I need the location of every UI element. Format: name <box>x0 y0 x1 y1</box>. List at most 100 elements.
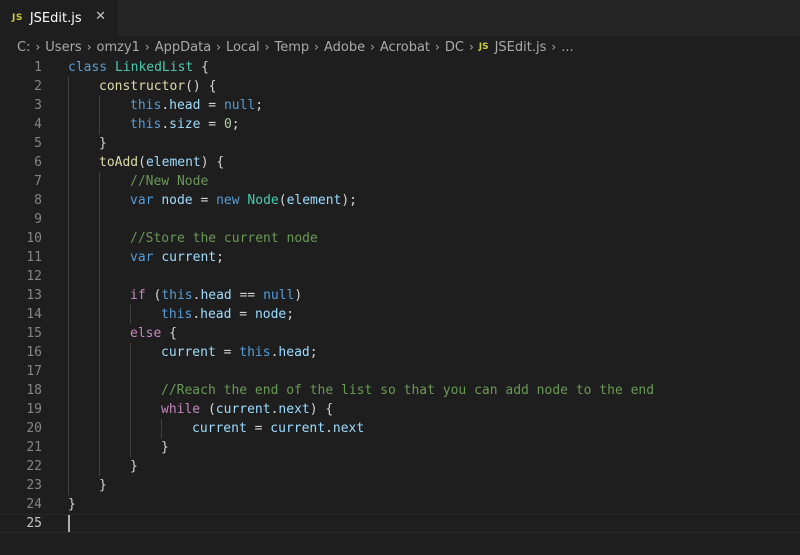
code-text: class LinkedList { <box>68 58 209 77</box>
code-text: else { <box>130 324 177 343</box>
code-token: ( <box>138 155 146 170</box>
indent-guide <box>99 267 100 286</box>
code-text: } <box>161 438 169 457</box>
chevron-right-icon: › <box>264 39 270 54</box>
breadcrumb-item[interactable]: DC <box>445 40 464 55</box>
code-line[interactable]: 4 this.size = 0; <box>0 115 800 134</box>
code-line[interactable]: 19 while (current.next) { <box>0 400 800 419</box>
code-line[interactable]: 10 //Store the current node <box>0 229 800 248</box>
tab-jsedit[interactable]: JS JSEdit.js ✕ <box>0 0 118 36</box>
code-text: this.head = node; <box>161 305 294 324</box>
code-line[interactable]: 22} <box>0 457 800 476</box>
code-line[interactable]: 13 if (this.head == null) <box>0 286 800 305</box>
code-token: current <box>192 421 247 436</box>
indent-guide <box>99 324 100 343</box>
code-token: head <box>278 345 310 360</box>
code-token: = <box>192 193 217 208</box>
indent-guide <box>99 438 100 457</box>
code-token: ; <box>309 345 318 360</box>
code-line[interactable]: 8 var node = new Node(element); <box>0 191 800 210</box>
line-number: 15 <box>26 326 42 341</box>
code-text: while (current.next) { <box>161 400 333 419</box>
indent-guide <box>99 248 100 267</box>
code-token: ( <box>145 288 162 303</box>
code-token: = <box>200 98 224 113</box>
chevron-right-icon: › <box>551 40 557 54</box>
close-icon[interactable]: ✕ <box>95 9 106 24</box>
code-line[interactable]: 9 <box>0 210 800 229</box>
indent-guide <box>68 115 69 134</box>
code-token: //Reach the end of the list so that you … <box>161 383 655 398</box>
breadcrumb-file[interactable]: JSEdit.js <box>495 40 547 55</box>
code-line[interactable]: 20 current = current.next <box>0 419 800 438</box>
code-token: var <box>130 250 154 265</box>
breadcrumb-item[interactable]: AppData <box>155 40 211 55</box>
line-number: 6 <box>34 155 42 170</box>
code-token: null <box>263 288 295 303</box>
code-line[interactable]: 21} <box>0 438 800 457</box>
breadcrumb-item[interactable]: Adobe <box>324 40 365 55</box>
indent-guide <box>68 362 69 381</box>
line-number: 25 <box>26 516 42 531</box>
code-text: current = current.next <box>192 419 364 438</box>
code-line[interactable]: 12 <box>0 267 800 286</box>
code-token: ; <box>286 307 295 322</box>
code-token: next <box>332 421 365 436</box>
line-number: 23 <box>26 478 42 493</box>
code-token: //New Node <box>130 174 209 189</box>
code-line[interactable]: 5} <box>0 134 800 153</box>
code-editor[interactable]: 1 class LinkedList {2 constructor() {3 this… <box>0 58 800 555</box>
code-token: ); <box>341 193 358 208</box>
code-line[interactable]: 7 //New Node <box>0 172 800 191</box>
line-number: 8 <box>34 193 42 208</box>
breadcrumb-item[interactable]: Local <box>226 40 260 55</box>
breadcrumb-item[interactable]: Temp <box>274 40 309 55</box>
code-line[interactable]: 23} <box>0 476 800 495</box>
chevron-right-icon: › <box>314 39 319 54</box>
code-token: constructor <box>99 79 186 94</box>
code-line[interactable]: 15 else { <box>0 324 800 343</box>
indent-guide <box>99 457 100 476</box>
code-line[interactable]: 6 toAdd(element) { <box>0 153 800 172</box>
code-token: this <box>161 307 193 322</box>
code-token: current <box>161 250 217 265</box>
indent-guide <box>99 381 100 400</box>
code-line[interactable]: 25 <box>0 514 800 533</box>
breadcrumb-item[interactable]: C: <box>17 40 30 55</box>
code-token: current <box>215 402 271 417</box>
indent-guide <box>99 115 100 134</box>
code-text: var node = new Node(element); <box>130 191 357 210</box>
indent-guide <box>130 381 131 400</box>
indent-guide <box>68 248 69 267</box>
code-token: == <box>231 288 264 303</box>
line-number: 9 <box>34 212 42 227</box>
code-text: } <box>99 134 107 153</box>
indent-guide <box>68 96 69 115</box>
code-line[interactable]: 11 var current; <box>0 248 800 267</box>
breadcrumb-item[interactable]: Acrobat <box>380 40 430 55</box>
code-token: . <box>161 117 170 132</box>
code-line[interactable]: 18 //Reach the end of the list so that yo… <box>0 381 800 400</box>
code-line[interactable]: 2 constructor() { <box>0 77 800 96</box>
indent-guide <box>130 305 131 324</box>
indent-guide <box>68 381 69 400</box>
code-token: ; <box>231 117 240 132</box>
breadcrumb-symbol[interactable]: ... <box>561 40 573 55</box>
code-text: //New Node <box>130 172 208 191</box>
breadcrumb-item[interactable]: Users <box>45 40 81 55</box>
code-line[interactable]: 3 this.head = null; <box>0 96 800 115</box>
code-line[interactable]: 14 this.head = node; <box>0 305 800 324</box>
code-line[interactable]: 17 <box>0 362 800 381</box>
indent-guide <box>68 419 69 438</box>
code-line[interactable]: 16 current = this.head; <box>0 343 800 362</box>
line-number: 24 <box>26 497 42 512</box>
line-number: 21 <box>26 440 42 455</box>
code-line[interactable]: 24} <box>0 495 800 514</box>
breadcrumb-item[interactable]: omzy1 <box>97 40 140 55</box>
indent-guide <box>68 229 69 248</box>
code-token: . <box>161 98 170 113</box>
code-line[interactable]: 1 class LinkedList { <box>0 58 800 77</box>
chevron-right-icon: › <box>86 39 92 54</box>
text-cursor <box>68 515 70 532</box>
